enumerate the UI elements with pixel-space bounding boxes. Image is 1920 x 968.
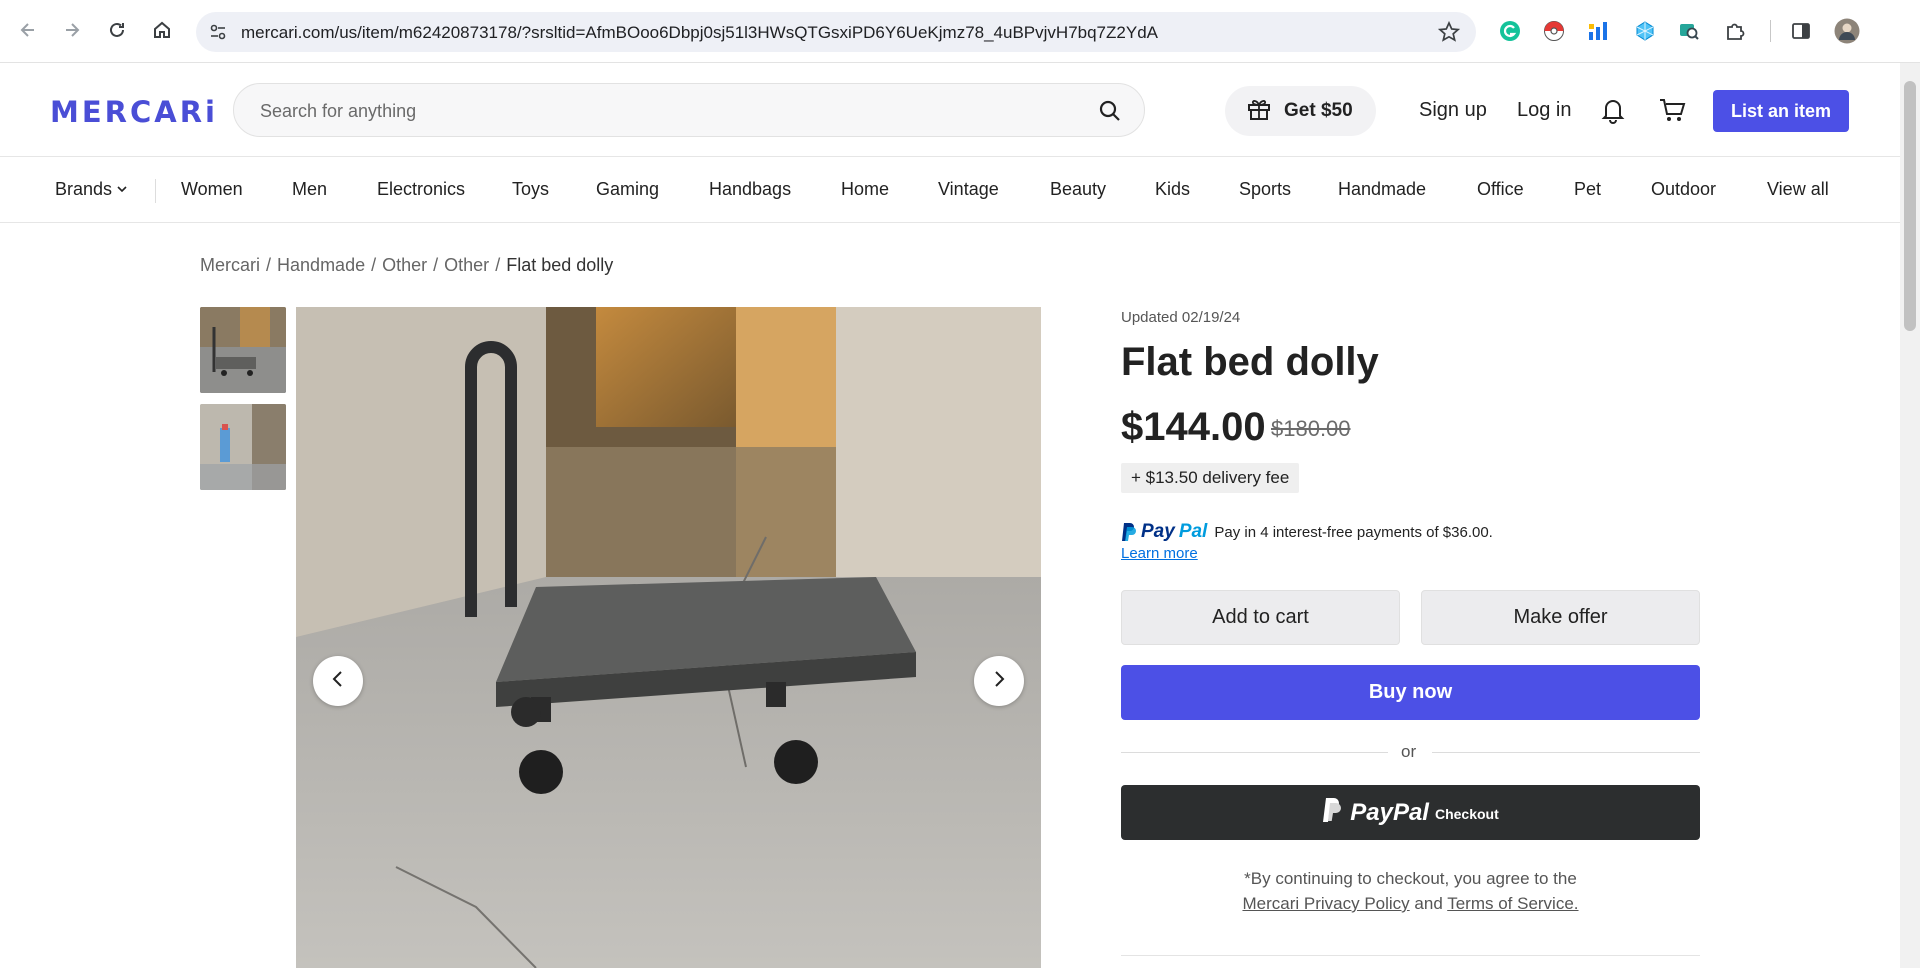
home-icon[interactable] [148, 16, 176, 44]
get-50-button[interactable]: Get $50 [1225, 86, 1376, 136]
breadcrumb-separator: / [266, 255, 272, 275]
divider-left [1121, 752, 1388, 753]
category-kids[interactable]: Kids [1155, 179, 1190, 200]
updated-date: Updated 02/19/24 [1121, 309, 1241, 326]
category-handbags[interactable]: Handbags [709, 179, 791, 200]
category-women[interactable]: Women [181, 179, 243, 200]
divider-right [1432, 752, 1700, 753]
log-in-link[interactable]: Log in [1517, 99, 1572, 122]
site-header: MERCARi Search for anything Get $50 Sign… [0, 63, 1900, 157]
pokeball-icon[interactable] [1541, 18, 1567, 44]
section-divider [1121, 955, 1700, 956]
terms-of-service-link[interactable]: Terms of Service. [1447, 894, 1578, 913]
bell-icon[interactable] [1599, 96, 1627, 129]
paypal-pay-in-4: Pay Pal Pay in 4 interest-free payments o… [1121, 521, 1493, 543]
product-title: Flat bed dolly [1121, 340, 1379, 384]
breadcrumb-separator: / [433, 255, 439, 275]
category-outdoor[interactable]: Outdoor [1651, 179, 1716, 200]
list-an-item-button[interactable]: List an item [1713, 90, 1849, 132]
breadcrumb-separator: / [495, 255, 501, 275]
category-gaming[interactable]: Gaming [596, 179, 659, 200]
product-main-image[interactable] [296, 307, 1041, 968]
category-electronics[interactable]: Electronics [377, 179, 465, 200]
cart-icon[interactable] [1658, 96, 1686, 129]
brands-dropdown[interactable]: Brands [55, 179, 128, 200]
breadcrumb-item[interactable]: Other [382, 255, 427, 276]
category-office[interactable]: Office [1477, 179, 1524, 200]
breadcrumb-item[interactable]: Handmade [277, 255, 365, 276]
delivery-fee-badge: + $13.50 delivery fee [1121, 463, 1300, 493]
carousel-next-button[interactable] [974, 656, 1024, 706]
browser-toolbar: mercari.com/us/item/m62420873178/?srslti… [0, 0, 1920, 63]
gift-icon [1246, 96, 1272, 127]
breadcrumb-item[interactable]: Other [444, 255, 489, 276]
nav-divider [155, 179, 156, 203]
add-to-cart-button[interactable]: Add to cart [1121, 590, 1400, 645]
learn-more-link[interactable]: Learn more [1121, 545, 1198, 562]
paypal-installment-text: Pay in 4 interest-free payments of $36.0… [1214, 523, 1493, 541]
privacy-policy-link[interactable]: Mercari Privacy Policy [1242, 894, 1409, 913]
terms-and: and [1414, 894, 1443, 913]
search-icon[interactable] [1098, 99, 1122, 128]
profile-avatar[interactable] [1834, 18, 1860, 44]
product-price: $144.00 [1121, 405, 1266, 449]
toolbar-divider [1770, 20, 1771, 42]
terms-prefix: *By continuing to checkout, you agree to… [1244, 869, 1577, 888]
category-handmade[interactable]: Handmade [1338, 179, 1426, 200]
breadcrumb: Mercari / Handmade / Other / Other / Fla… [200, 255, 613, 276]
grammarly-icon[interactable] [1497, 18, 1523, 44]
paypal-logo-pal: Pal [1178, 521, 1208, 542]
back-icon[interactable] [14, 16, 42, 44]
paypal-checkout-brand: PayPal [1350, 798, 1429, 826]
carousel-prev-button[interactable] [313, 656, 363, 706]
checkout-label: Checkout [1434, 806, 1499, 822]
get-50-label: Get $50 [1284, 100, 1353, 121]
url-text[interactable]: mercari.com/us/item/m62420873178/?srslti… [241, 23, 1158, 43]
category-beauty[interactable]: Beauty [1050, 179, 1106, 200]
scrollbar-thumb[interactable] [1904, 81, 1916, 331]
paypal-icon [1322, 797, 1344, 828]
checkout-terms: *By continuing to checkout, you agree to… [1121, 866, 1700, 916]
category-view-all[interactable]: View all [1767, 179, 1829, 200]
paypal-checkout-button[interactable]: PayPal Checkout [1121, 785, 1700, 840]
category-home[interactable]: Home [841, 179, 889, 200]
search-input[interactable]: Search for anything [233, 83, 1145, 137]
sign-up-link[interactable]: Sign up [1419, 99, 1487, 122]
chart-extension-icon[interactable] [1585, 18, 1611, 44]
mercari-logo[interactable]: MERCARi [50, 95, 218, 129]
category-toys[interactable]: Toys [512, 179, 549, 200]
crystal-extension-icon[interactable] [1632, 18, 1658, 44]
reload-icon[interactable] [103, 16, 131, 44]
chevron-right-icon [989, 669, 1009, 694]
site-info-icon[interactable] [208, 22, 228, 47]
side-panel-icon[interactable] [1788, 18, 1814, 44]
thumbnail-1[interactable] [200, 307, 286, 393]
puzzle-extension-icon[interactable] [1722, 18, 1748, 44]
forward-icon[interactable] [58, 16, 86, 44]
or-divider-text: or [1401, 742, 1417, 761]
brands-label: Brands [55, 179, 113, 199]
paypal-logo-pay: Pay [1141, 521, 1175, 542]
chevron-down-icon [116, 179, 128, 200]
address-bar[interactable]: mercari.com/us/item/m62420873178/?srslti… [196, 12, 1476, 52]
search-placeholder: Search for anything [260, 101, 417, 121]
bookmark-star-icon[interactable] [1437, 20, 1461, 48]
magnifier-extension-icon[interactable] [1676, 18, 1702, 44]
breadcrumb-item[interactable]: Mercari [200, 255, 260, 276]
category-pet[interactable]: Pet [1574, 179, 1601, 200]
category-men[interactable]: Men [292, 179, 327, 200]
category-vintage[interactable]: Vintage [938, 179, 999, 200]
breadcrumb-separator: / [371, 255, 377, 275]
breadcrumb-current: Flat bed dolly [506, 255, 614, 275]
category-nav: Brands Women Men Electronics Toys Gaming… [0, 157, 1900, 223]
make-offer-button[interactable]: Make offer [1421, 590, 1700, 645]
original-price: $180.00 [1271, 416, 1351, 441]
chevron-left-icon [328, 669, 348, 694]
buy-now-button[interactable]: Buy now [1121, 665, 1700, 720]
thumbnail-2[interactable] [200, 404, 286, 490]
page-scrollbar[interactable] [1900, 63, 1920, 968]
paypal-logo: Pay Pal [1121, 521, 1207, 543]
category-sports[interactable]: Sports [1239, 179, 1291, 200]
